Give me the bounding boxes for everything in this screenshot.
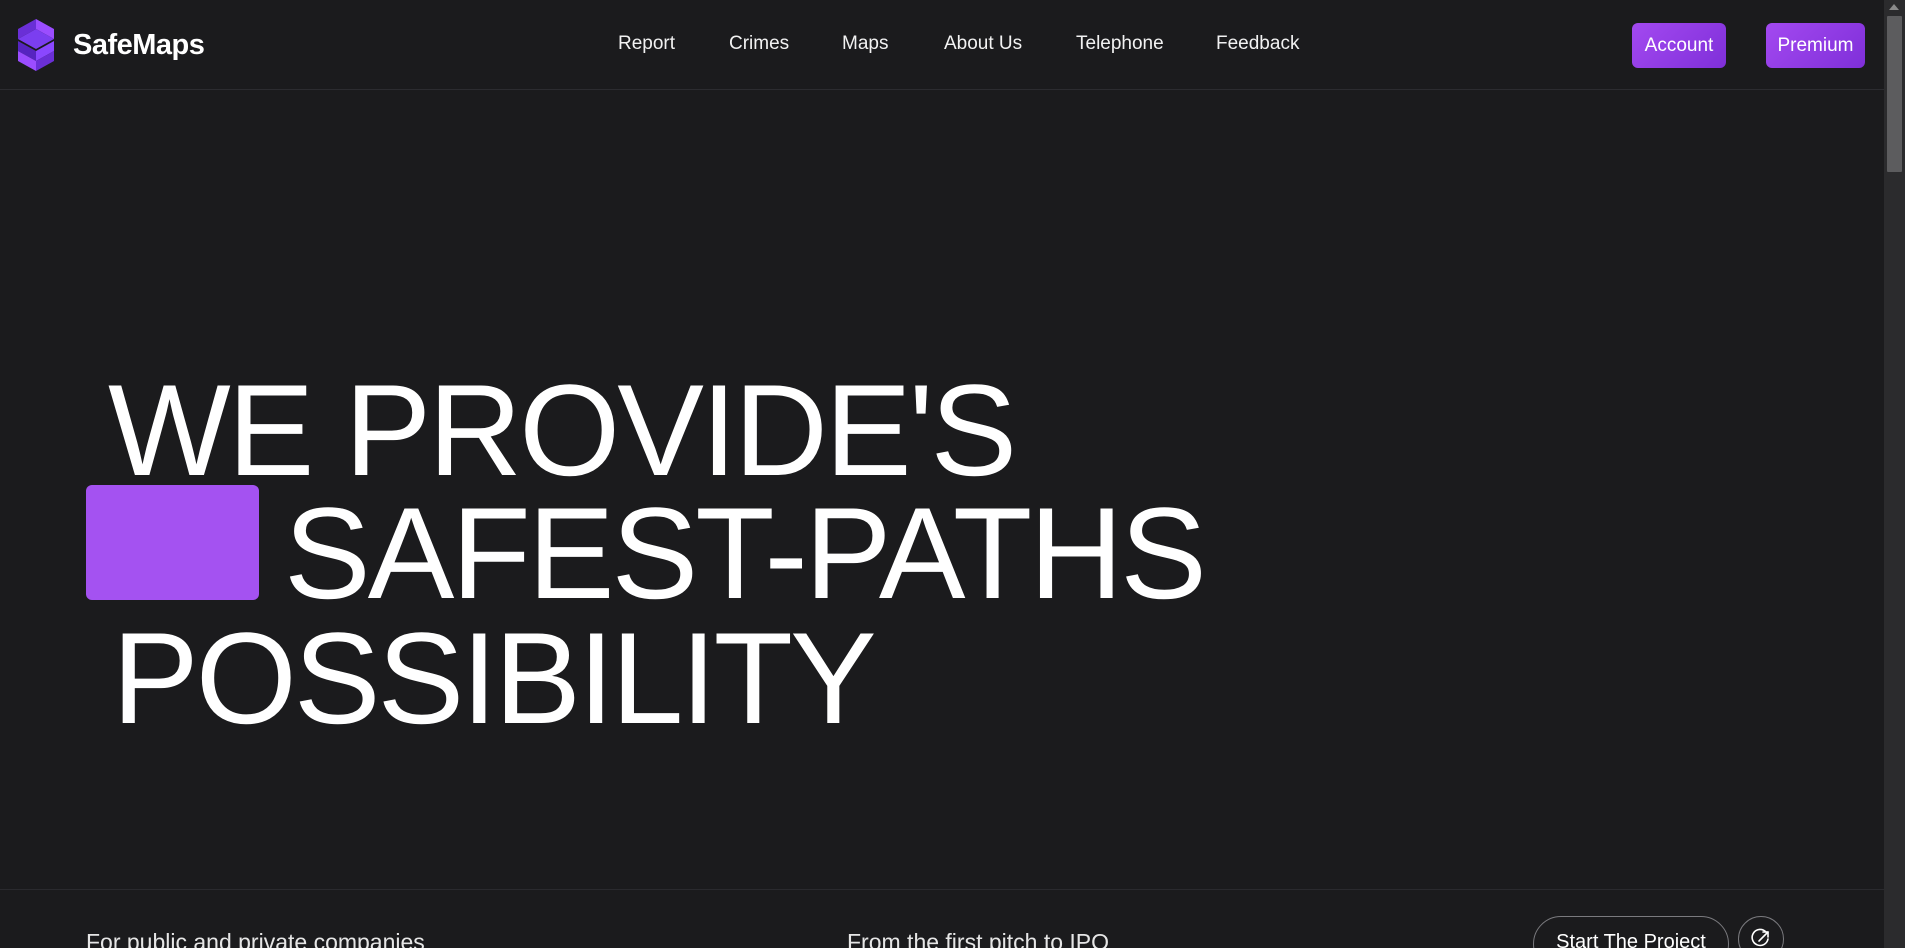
hero-line-1: WE PROVIDE'S <box>108 357 1017 503</box>
hero-line-3: POSSIBILITY <box>112 605 877 751</box>
section-divider <box>0 889 1884 890</box>
nav-item-crimes[interactable]: Crimes <box>729 33 789 55</box>
hero-accent-block <box>86 485 259 600</box>
hero-line-2: SAFEST-PATHS <box>284 480 1207 626</box>
page: SafeMaps Report Crimes Maps About Us Tel… <box>0 0 1905 948</box>
brand-name: SafeMaps <box>73 28 205 61</box>
scroll-up-arrow-icon[interactable] <box>1889 4 1899 10</box>
nav-item-report[interactable]: Report <box>618 33 675 55</box>
start-project-button[interactable]: Start The Project <box>1533 916 1729 948</box>
account-button[interactable]: Account <box>1632 23 1726 68</box>
journey-text: From the first pitch to IPO <box>847 929 1110 948</box>
nav-item-maps[interactable]: Maps <box>842 33 888 55</box>
arrow-up-right-icon <box>1751 928 1769 947</box>
start-project-label: Start The Project <box>1556 931 1706 948</box>
audience-text: For public and private companies <box>86 929 425 948</box>
scrollbar-thumb[interactable] <box>1887 16 1902 172</box>
brand-logo[interactable]: SafeMaps <box>18 19 205 71</box>
nav-item-about-us[interactable]: About Us <box>944 33 1022 55</box>
stacked-s-logo-icon <box>18 19 54 71</box>
site-header: SafeMaps Report Crimes Maps About Us Tel… <box>0 0 1884 90</box>
start-project-arrow-button[interactable] <box>1738 916 1784 948</box>
page-scrollbar[interactable] <box>1884 0 1905 948</box>
nav-item-telephone[interactable]: Telephone <box>1076 33 1164 55</box>
nav-item-feedback[interactable]: Feedback <box>1216 33 1299 55</box>
premium-button[interactable]: Premium <box>1766 23 1865 68</box>
